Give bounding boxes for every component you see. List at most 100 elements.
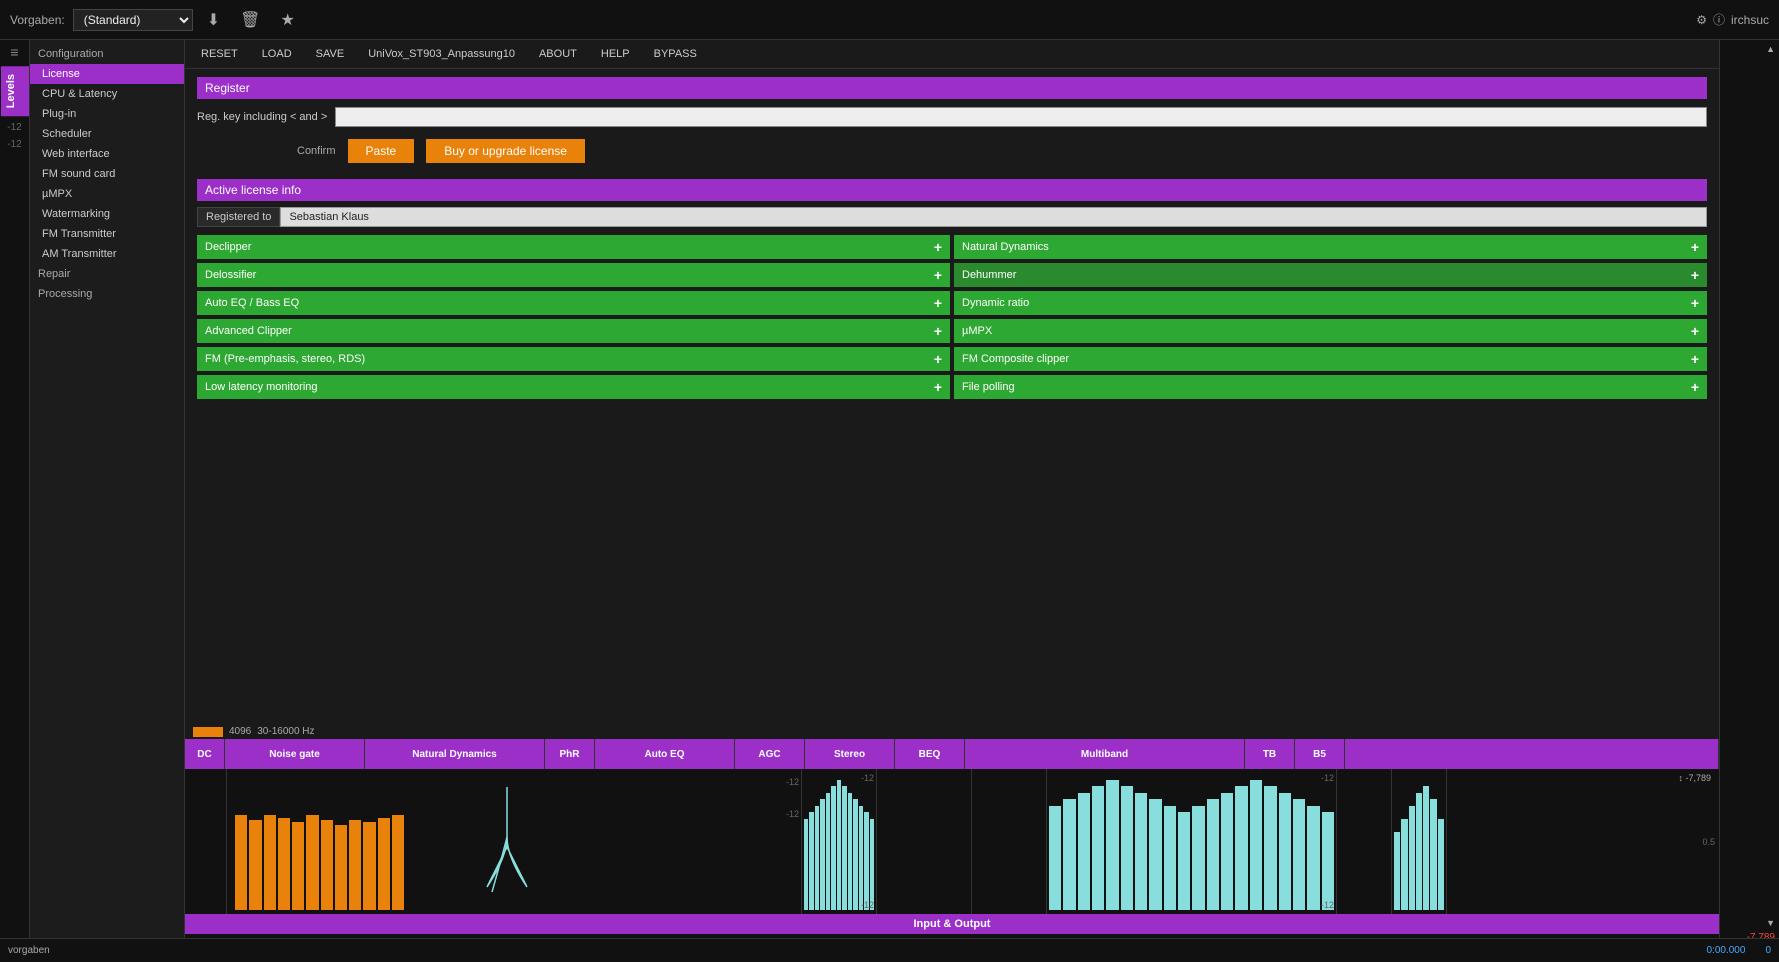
right-scroll-v[interactable]: ▲ — [1766, 44, 1775, 54]
trash-icon[interactable]: 🗑 — [234, 8, 266, 32]
time-display: 0:00.000 — [1707, 945, 1720, 956]
proc-natural-dynamics[interactable]: Natural Dynamics — [365, 739, 545, 769]
feature-natural-dynamics-plus: + — [1691, 239, 1699, 255]
agc-bar — [848, 793, 852, 910]
dc-meter — [185, 769, 227, 914]
feature-advanced-clipper-plus: + — [934, 323, 942, 339]
proc-phr[interactable]: PhR — [545, 739, 595, 769]
proc-auto-eq[interactable]: Auto EQ — [595, 739, 735, 769]
help-button[interactable]: HELP — [597, 46, 634, 62]
right-scroll-v-down[interactable]: ▼ — [1766, 918, 1775, 928]
info-icon[interactable]: ⓘ — [1713, 11, 1725, 28]
feature-file-polling-label: File polling — [962, 381, 1015, 393]
feature-low-latency-plus: + — [934, 379, 942, 395]
feature-autoeq-plus: + — [934, 295, 942, 311]
sidebar-item-umpx[interactable]: µMPX — [30, 184, 184, 204]
agc-bar — [842, 786, 846, 910]
proc-noise-gate[interactable]: Noise gate — [225, 739, 365, 769]
sidebar-item-watermarking[interactable]: Watermarking — [30, 204, 184, 224]
buy-button[interactable]: Buy or upgrade license — [426, 139, 585, 163]
feature-low-latency: Low latency monitoring + — [197, 375, 950, 399]
feature-advanced-clipper-label: Advanced Clipper — [205, 325, 292, 337]
multiband-bar — [1221, 793, 1233, 910]
noise-gate-bar — [378, 818, 390, 910]
status-bar: vorgaben 0:00.000 0 — [185, 938, 1719, 962]
sidebar-item-scheduler[interactable]: Scheduler — [30, 124, 184, 144]
proc-stereo[interactable]: Stereo — [805, 739, 895, 769]
feature-dynamic-ratio: Dynamic ratio + — [954, 291, 1707, 315]
proc-b5[interactable]: B5 — [1295, 739, 1345, 769]
sidebar-item-am-transmitter[interactable]: AM Transmitter — [30, 244, 184, 264]
content-area: RESET LOAD SAVE UniVox_ST903_Anpassung10… — [185, 40, 1719, 962]
right-meter: 0.5 — [1447, 769, 1719, 914]
tb-meter — [1337, 769, 1392, 914]
right-panel: ▲ ▼ -7,789 0 — [1719, 40, 1779, 962]
noise-gate-bar — [235, 815, 247, 910]
proc-agc[interactable]: AGC — [735, 739, 805, 769]
proc-dc[interactable]: DC — [185, 739, 225, 769]
reg-key-label: Reg. key including < and > — [197, 111, 327, 123]
sidebar-section-repair[interactable]: Repair — [30, 264, 184, 284]
proc-multiband[interactable]: Multiband — [965, 739, 1245, 769]
about-button[interactable]: ABOUT — [535, 46, 581, 62]
natdyn-meter — [412, 769, 602, 914]
reg-key-input[interactable] — [335, 107, 1707, 127]
load-button[interactable]: LOAD — [258, 46, 296, 62]
vorgaben-label: Vorgaben: — [10, 13, 65, 27]
proc-tb[interactable]: TB — [1245, 739, 1295, 769]
proc-beq[interactable]: BEQ — [895, 739, 965, 769]
reset-button[interactable]: RESET — [197, 46, 242, 62]
menu-bar: RESET LOAD SAVE UniVox_ST903_Anpassung10… — [185, 40, 1719, 69]
meters-area: -12 -12 -12 -12 -12 -12 0. — [185, 769, 1719, 914]
bypass-button[interactable]: BYPASS — [650, 46, 701, 62]
top-bar: Vorgaben: (Standard) ⬇ 🗑 ★ ⚙ ⓘ irchsuc — [0, 0, 1779, 40]
feature-dynamic-ratio-label: Dynamic ratio — [962, 297, 1029, 309]
b5-meter — [1392, 769, 1447, 914]
save-button[interactable]: SAVE — [312, 46, 349, 62]
registered-to-row: Registered to Sebastian Klaus — [197, 207, 1707, 227]
paste-button[interactable]: Paste — [348, 139, 415, 163]
feature-declipper-plus: + — [934, 239, 942, 255]
active-license-header: Active license info — [197, 179, 1707, 201]
b5-bar — [1438, 819, 1444, 910]
settings-icon[interactable]: ⚙ — [1696, 13, 1707, 27]
feature-natural-dynamics-label: Natural Dynamics — [962, 241, 1049, 253]
home-icon[interactable]: ≡ — [10, 44, 18, 60]
sidebar-num-2: -12 — [7, 139, 21, 150]
beq-meter — [972, 769, 1047, 914]
multiband-bar — [1207, 799, 1219, 910]
multiband-bar — [1049, 806, 1061, 910]
freq-range: 30-16000 Hz — [257, 726, 314, 737]
license-panel: Register Reg. key including < and > Conf… — [185, 69, 1719, 724]
sidebar-section-configuration[interactable]: Configuration — [30, 44, 184, 64]
multiband-bar — [1307, 806, 1319, 910]
levels-tab[interactable]: Levels — [1, 66, 29, 116]
agc-bar — [809, 812, 813, 910]
feature-delossifier-label: Delossifier — [205, 269, 256, 281]
sidebar-num-1: -12 — [7, 122, 21, 133]
noise-gate-bar — [292, 822, 304, 910]
download-icon[interactable]: ⬇ — [201, 8, 226, 32]
sidebar-item-fm-transmitter[interactable]: FM Transmitter — [30, 224, 184, 244]
register-header: Register — [197, 77, 1707, 99]
sidebar-item-plugin[interactable]: Plug-in — [30, 104, 184, 124]
sidebar-item-web-interface[interactable]: Web interface — [30, 144, 184, 164]
sidebar-item-fm-sound-card[interactable]: FM sound card — [30, 164, 184, 184]
app-title: irchsuc — [1731, 13, 1769, 27]
preset-name-button[interactable]: UniVox_ST903_Anpassung10 — [364, 46, 519, 62]
preset-select[interactable]: (Standard) — [73, 9, 193, 31]
feature-umpx: µMPX + — [954, 319, 1707, 343]
confirm-label: Confirm — [297, 145, 336, 157]
proc-last — [1345, 739, 1719, 769]
multiband-bar — [1135, 793, 1147, 910]
feature-fm-composite-label: FM Composite clipper — [962, 353, 1069, 365]
sidebar-item-license[interactable]: License — [30, 64, 184, 84]
feature-file-polling: File polling + — [954, 375, 1707, 399]
feature-declipper: Declipper + — [197, 235, 950, 259]
sidebar-item-cpu-latency[interactable]: CPU & Latency — [30, 84, 184, 104]
star-icon[interactable]: ★ — [274, 8, 300, 32]
sidebar-section-processing[interactable]: Processing — [30, 284, 184, 304]
feature-declipper-label: Declipper — [205, 241, 251, 253]
registered-to-label: Registered to — [197, 207, 280, 227]
multiband-bar — [1279, 793, 1291, 910]
